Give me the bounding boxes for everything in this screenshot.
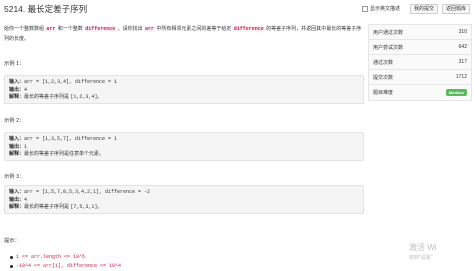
desc-text: 中所有相邻元素之间的差等于给定 bbox=[155, 26, 233, 32]
windows-activation-watermark: 激活 Wi 转到"设置" bbox=[409, 243, 437, 263]
watermark-line: 激活 Wi bbox=[409, 243, 437, 252]
toggle-label: 显示英文描述 bbox=[370, 6, 401, 12]
problem-description: 给你一个整数数组 arr 和一个整数 difference ，请你找出 arr … bbox=[4, 24, 366, 44]
stats-row: 通过次数 317 bbox=[369, 55, 471, 70]
input-label: 输入： bbox=[9, 136, 25, 142]
input-label: 输入： bbox=[9, 189, 25, 195]
stat-value: 310 bbox=[458, 29, 467, 35]
input-value: arr = [1,5,7,8,5,3,4,2,1], difference = … bbox=[24, 189, 151, 195]
output-label: 输出： bbox=[9, 86, 25, 93]
desc-text: 给你一个整数数组 bbox=[4, 26, 46, 32]
stat-value: 642 bbox=[458, 44, 467, 50]
output-value: 4 bbox=[24, 196, 28, 203]
explain-text: 最长的等差子序列是 bbox=[24, 204, 71, 210]
hint-item: -10^4 <= arr[i], difference <= 10^4 bbox=[10, 262, 121, 271]
explain-label: 解释： bbox=[9, 94, 25, 100]
example-title: 示例 3： bbox=[4, 174, 25, 180]
checkbox-icon[interactable] bbox=[362, 5, 368, 12]
example-title: 示例 1： bbox=[4, 61, 25, 67]
explain-label: 解释： bbox=[9, 151, 25, 157]
explain-tail: 。 bbox=[97, 204, 103, 210]
problem-title: 5214. 最长定差子序列 bbox=[4, 4, 88, 14]
output-value: 4 bbox=[24, 86, 28, 93]
example-box: 输入：arr = [1,2,3,4], difference = 1 输出：4 … bbox=[4, 75, 364, 104]
explain-text: 最长的等差子序列是 bbox=[24, 94, 71, 100]
explain-code: [1,2,3,4] bbox=[70, 94, 98, 100]
stat-label: 提交次数 bbox=[373, 74, 394, 81]
stats-row: 用户尝试次数 642 bbox=[369, 40, 471, 55]
hints-list: 1 <= arr.length <= 10^5 -10^4 <= arr[i],… bbox=[10, 253, 121, 271]
inline-code: difference bbox=[232, 26, 265, 32]
output-label: 输出： bbox=[9, 196, 25, 203]
inline-code: arr bbox=[143, 26, 155, 32]
inline-code: arr bbox=[45, 26, 57, 32]
stats-row: 用户通过次数 310 bbox=[369, 25, 471, 40]
input-value: arr = [1,3,5,7], difference = 1 bbox=[24, 136, 118, 142]
back-to-problems-button[interactable]: 返回题库 bbox=[442, 4, 471, 14]
input-value: arr = [1,2,3,4], difference = 1 bbox=[24, 79, 118, 85]
stat-label: 通过次数 bbox=[373, 59, 394, 66]
difficulty-badge: Medium bbox=[445, 89, 467, 96]
input-label: 输入： bbox=[9, 79, 25, 85]
watermark-line: 转到"设置" bbox=[409, 255, 433, 261]
stat-label: 题目难度 bbox=[373, 90, 394, 96]
explain-tail: 。 bbox=[97, 94, 103, 100]
output-value: 1 bbox=[24, 143, 28, 150]
stats-row: 提交次数 1712 bbox=[369, 70, 471, 85]
desc-text: ，请你找出 bbox=[116, 26, 144, 32]
stat-label: 用户尝试次数 bbox=[373, 44, 404, 51]
inline-code: difference bbox=[84, 26, 117, 32]
explain-code: [7,5,3,1] bbox=[70, 204, 98, 210]
desc-text: 和一个整数 bbox=[56, 26, 85, 32]
stat-label: 用户通过次数 bbox=[373, 29, 404, 36]
stat-value: 317 bbox=[458, 59, 467, 65]
example-title: 示例 2： bbox=[4, 118, 25, 124]
stats-panel: 用户通过次数 310 用户尝试次数 642 通过次数 317 提交次数 1712 题目难… bbox=[368, 24, 472, 101]
output-label: 输出： bbox=[9, 143, 25, 150]
english-description-toggle[interactable]: 显示英文描述 bbox=[362, 5, 400, 12]
stat-value: 1712 bbox=[455, 74, 467, 80]
hints-title: 提示： bbox=[4, 238, 20, 244]
stats-row: 题目难度 Medium bbox=[369, 85, 471, 100]
explain-label: 解释： bbox=[9, 204, 25, 210]
example-box: 输入：arr = [1,5,7,8,5,3,4,2,1], difference… bbox=[4, 185, 364, 214]
explain-text: 最长的等差子序列是任意单个元素。 bbox=[24, 151, 105, 157]
example-box: 输入：arr = [1,3,5,7], difference = 1 输出：1 … bbox=[4, 132, 364, 161]
my-submissions-button[interactable]: 我的提交 bbox=[410, 4, 439, 14]
hint-item: 1 <= arr.length <= 10^5 bbox=[10, 253, 121, 262]
